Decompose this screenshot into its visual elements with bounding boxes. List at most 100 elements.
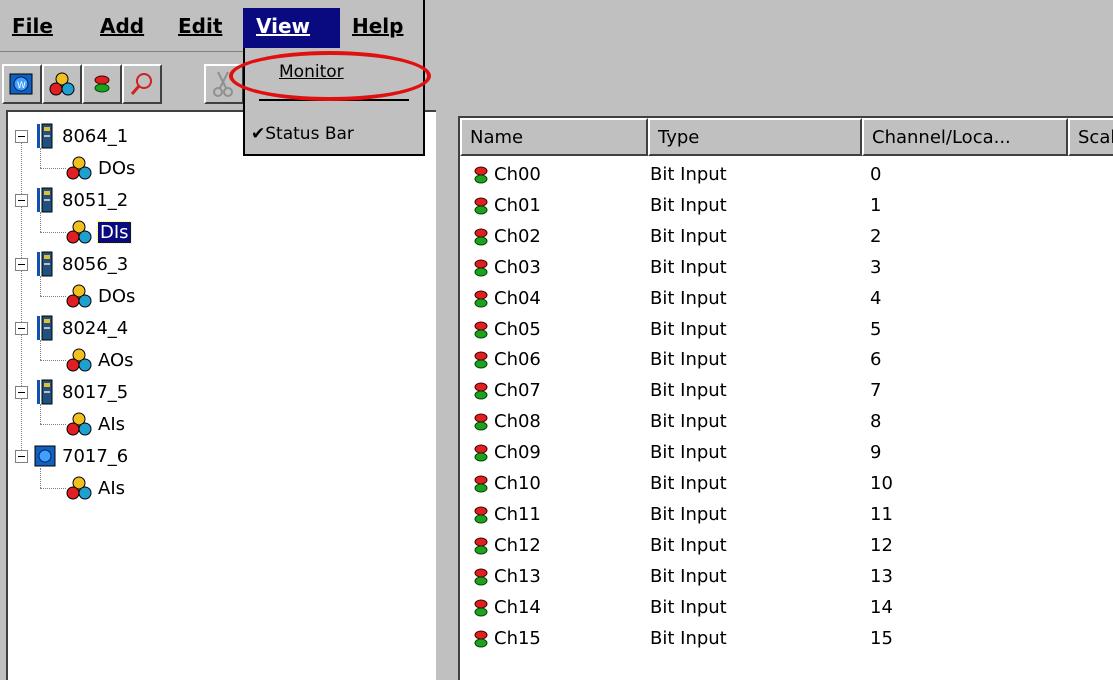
tree-node[interactable]: 8024_4 [15, 312, 128, 344]
tree-node-child[interactable]: AIs [66, 472, 125, 504]
list-item[interactable]: Ch14 Bit Input 14 [460, 593, 1113, 623]
list-item[interactable]: Ch02 Bit Input 2 [460, 222, 1113, 252]
io-module-icon [37, 315, 53, 341]
menu-edit[interactable]: Edit [178, 14, 222, 38]
bit-io-icon [474, 537, 488, 555]
cell-type: Bit Input [650, 627, 727, 649]
io-module-icon [37, 123, 53, 149]
tree-connector [40, 340, 41, 360]
tags-icon [66, 220, 92, 244]
tree-child-label: DOs [98, 285, 136, 307]
cell-name: Ch05 [494, 318, 541, 340]
tree-connector [40, 468, 41, 488]
bit-io-icon [474, 259, 488, 277]
list-item[interactable]: Ch12 Bit Input 12 [460, 531, 1113, 561]
tree-child-label: AOs [98, 349, 134, 371]
collapse-icon[interactable] [15, 129, 28, 143]
network-module-icon [34, 445, 56, 467]
search-button[interactable] [122, 64, 162, 104]
collapse-icon[interactable] [15, 257, 28, 271]
cell-name: Ch11 [494, 503, 541, 525]
tree-connector [40, 232, 66, 233]
collapse-icon[interactable] [15, 193, 28, 207]
cell-name: Ch10 [494, 473, 541, 494]
checkmark-icon: ✔ [251, 124, 266, 144]
cell-name: Ch04 [494, 287, 541, 309]
list-item[interactable]: Ch01 Bit Input 1 [460, 191, 1113, 221]
tags-icon [66, 156, 92, 180]
menu-bar: File Add Edit View Help [0, 0, 425, 52]
tree-node[interactable]: 7017_6 [15, 440, 128, 472]
cell-channel: 4 [870, 287, 882, 309]
tree-child-label: AIs [98, 413, 125, 435]
tree-connector [40, 488, 66, 489]
menu-add[interactable]: Add [100, 14, 144, 38]
cell-type: Bit Input [650, 596, 727, 618]
tree-node-label: 8017_5 [62, 381, 129, 403]
module-button[interactable]: W [2, 64, 42, 104]
tree-child-label: AIs [98, 477, 125, 499]
menu-item-status-bar[interactable]: ✔Status Bar [251, 124, 354, 144]
cell-type: Bit Input [650, 473, 727, 494]
tree-node[interactable]: 8056_3 [15, 248, 128, 280]
list-item[interactable]: Ch15 Bit Input 15 [460, 624, 1113, 654]
collapse-icon[interactable] [15, 449, 28, 463]
collapse-icon[interactable] [15, 385, 28, 399]
list-item[interactable]: Ch03 Bit Input 3 [460, 253, 1113, 283]
tree-node[interactable]: 8064_1 [15, 120, 128, 152]
bit-io-icon [474, 321, 488, 338]
cell-channel: 9 [870, 442, 882, 464]
menu-file[interactable]: File [12, 14, 53, 38]
list-item[interactable]: Ch05 Bit Input 5 [460, 315, 1113, 345]
cell-name: Ch02 [494, 225, 541, 247]
tree-child-label: DIs [97, 220, 132, 244]
bit-io-button[interactable] [82, 64, 122, 104]
cell-channel: 1 [870, 194, 882, 216]
collapse-icon[interactable] [15, 321, 28, 335]
tree-node[interactable]: 8051_2 [15, 184, 128, 216]
svg-text:W: W [17, 81, 26, 91]
module-icon: W [9, 73, 33, 95]
menu-view[interactable]: View [256, 14, 310, 38]
tree-node-child[interactable]: DIs [66, 216, 132, 248]
list-item[interactable]: Ch00 Bit Input 0 [460, 160, 1113, 190]
bit-io-icon [474, 568, 488, 586]
tree-connector [40, 148, 41, 168]
tree-node-child[interactable]: DOs [66, 152, 135, 184]
list-item[interactable]: Ch13 Bit Input 13 [460, 562, 1113, 592]
list-item[interactable]: Ch10 Bit Input 10 [460, 469, 1113, 499]
list-header: Name Type Channel/Loca... Scal [460, 118, 1113, 156]
bit-io-icon [474, 599, 488, 617]
column-header-scale[interactable]: Scal [1068, 118, 1113, 156]
tree-node-label: 8064_1 [62, 125, 129, 147]
panel-splitter[interactable] [436, 110, 458, 680]
tree-node-child[interactable]: AIs [66, 408, 125, 440]
list-item[interactable]: Ch09 Bit Input 9 [460, 438, 1113, 468]
tree-node-child[interactable]: DOs [66, 280, 135, 312]
list-item[interactable]: Ch04 Bit Input 4 [460, 284, 1113, 314]
cell-channel: 0 [870, 164, 882, 185]
io-module-icon [37, 379, 53, 405]
column-header-name[interactable]: Name [460, 118, 648, 156]
cell-name: Ch12 [494, 534, 541, 556]
list-item[interactable]: Ch07 Bit Input 7 [460, 376, 1113, 406]
list-item[interactable]: Ch11 Bit Input 11 [460, 500, 1113, 530]
tree-node-label: 8051_2 [62, 189, 129, 211]
tree-node-child[interactable]: AOs [66, 344, 134, 376]
column-header-channel[interactable]: Channel/Loca... [862, 118, 1068, 156]
bit-io-icon [474, 413, 488, 431]
tree-connector [40, 296, 66, 297]
menu-help[interactable]: Help [352, 14, 403, 38]
device-tree[interactable]: 8064_1 DOs 8051_2 DIs 8056_3 DOs 8024_4 AOs 8017… [6, 110, 436, 680]
cell-channel: 8 [870, 411, 882, 433]
bit-io-icon [474, 197, 488, 215]
column-header-type[interactable]: Type [648, 118, 862, 156]
channel-list[interactable]: Name Type Channel/Loca... Scal Ch00 Bit I… [458, 116, 1113, 680]
cell-type: Bit Input [650, 380, 727, 402]
cell-name: Ch09 [494, 442, 541, 464]
tags-button[interactable] [42, 64, 82, 104]
list-item[interactable]: Ch08 Bit Input 8 [460, 407, 1113, 437]
list-item[interactable]: Ch06 Bit Input 6 [460, 345, 1113, 375]
tree-node[interactable]: 8017_5 [15, 376, 128, 408]
cell-name: Ch03 [494, 256, 541, 278]
